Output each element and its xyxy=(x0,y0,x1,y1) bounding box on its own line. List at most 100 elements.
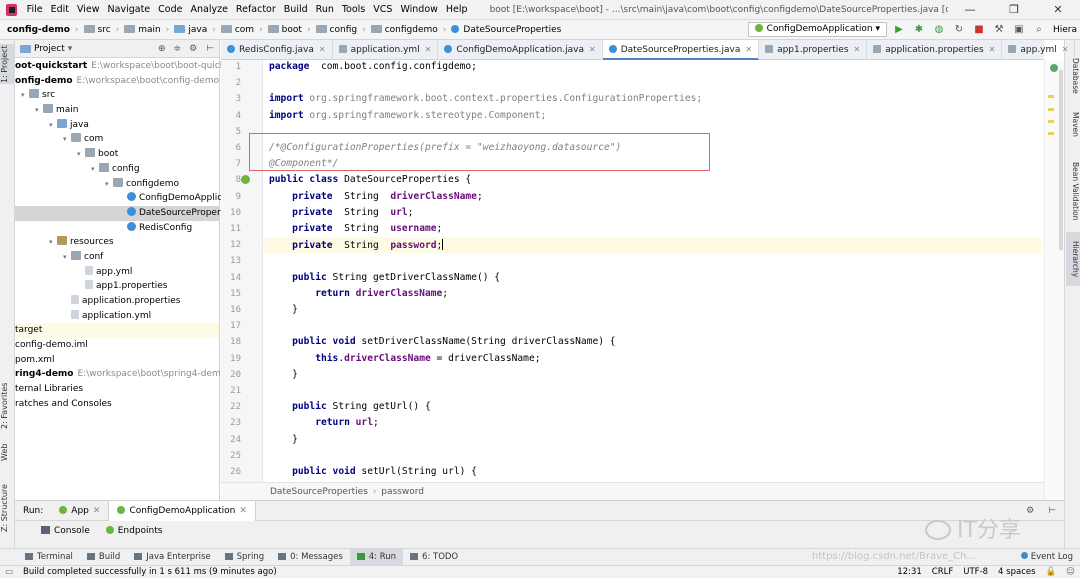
file-encoding[interactable]: UTF-8 xyxy=(958,566,993,578)
tree-item[interactable]: ConfigDemoApplication xyxy=(15,191,245,206)
code-line[interactable]: return driverClassName; xyxy=(269,288,448,299)
menu-file[interactable]: File xyxy=(23,0,47,20)
event-log-tab[interactable]: Event Log xyxy=(1014,549,1080,566)
tool-tab[interactable]: Java Enterprise xyxy=(127,549,217,566)
tree-item[interactable]: ▾ main xyxy=(15,103,219,118)
breadcrumb-item[interactable]: boot xyxy=(265,20,305,40)
restore-button[interactable]: ❐ xyxy=(992,0,1036,20)
editor-scrollbar[interactable] xyxy=(1044,60,1064,500)
tree-item[interactable]: ▾ config xyxy=(15,162,219,177)
code-line[interactable]: this.driverClassName = driverClassName; xyxy=(269,353,540,364)
editor-crumb-class[interactable]: DateSourceProperties xyxy=(270,487,368,497)
tree-item[interactable]: pom.xml xyxy=(15,353,219,368)
menu-code[interactable]: Code xyxy=(154,0,186,20)
expand-arrow-icon[interactable]: ▾ xyxy=(91,162,99,177)
close-tab-icon[interactable]: ✕ xyxy=(745,45,752,54)
inspector-icon[interactable]: ☺ xyxy=(1061,566,1080,578)
close-tab-icon[interactable]: ✕ xyxy=(854,45,861,54)
close-tab-icon[interactable]: ✕ xyxy=(425,45,432,54)
lock-icon[interactable]: 🔓 xyxy=(1041,566,1062,578)
run-tab-app[interactable]: App ✕ xyxy=(51,501,108,521)
coverage-icon[interactable]: ◍ xyxy=(931,22,947,38)
tree-item[interactable]: ▾ com xyxy=(15,132,219,147)
tree-item[interactable]: application.yml xyxy=(15,309,219,324)
tree-item[interactable]: DateSourceProperties xyxy=(15,205,237,221)
editor-crumb-field[interactable]: password xyxy=(381,487,424,497)
menu-refactor[interactable]: Refactor xyxy=(232,0,280,20)
editor-tab[interactable]: ConfigDemoApplication.java ✕ xyxy=(438,39,603,60)
hide-icon[interactable]: ⊢ xyxy=(201,44,219,54)
tree-item[interactable]: ▾ configdemo xyxy=(15,177,219,192)
breadcrumb-item[interactable]: main xyxy=(121,20,164,40)
favorites-tool-tab[interactable]: 2: Favorites xyxy=(0,380,15,432)
run-configuration-select[interactable]: ConfigDemoApplication ▾ xyxy=(747,22,887,37)
structure-tool-tab[interactable]: Z: Structure xyxy=(0,484,15,532)
expand-arrow-icon[interactable]: ▾ xyxy=(49,235,57,250)
code-line[interactable]: package com.boot.config.configdemo; xyxy=(269,61,477,72)
close-button[interactable]: ✕ xyxy=(1036,0,1080,20)
menu-edit[interactable]: Edit xyxy=(47,0,73,20)
code-line[interactable]: private String username; xyxy=(269,223,442,234)
tree-item[interactable]: target xyxy=(15,323,219,339)
menu-tools[interactable]: Tools xyxy=(338,0,369,20)
expand-arrow-icon[interactable]: ▾ xyxy=(77,147,85,162)
breadcrumb-item[interactable]: com xyxy=(218,20,257,40)
debug-icon[interactable]: ✱ xyxy=(911,22,927,38)
project-panel-title[interactable]: Project xyxy=(34,44,65,54)
tree-item[interactable]: ▾ src xyxy=(15,88,219,103)
menu-build[interactable]: Build xyxy=(280,0,312,20)
layout-toggle-icon[interactable]: ▭ xyxy=(0,566,18,578)
tree-item[interactable]: ▾ boot xyxy=(15,147,219,162)
tool-tab[interactable]: 0: Messages xyxy=(271,549,350,566)
editor-tab[interactable]: app.yml ✕ xyxy=(1002,39,1076,60)
breadcrumb-item[interactable]: config-demo xyxy=(4,20,73,40)
breadcrumb-item[interactable]: config xyxy=(313,20,361,40)
bean-validation-tool-tab[interactable]: Bean Validation xyxy=(1066,156,1080,226)
caret-position[interactable]: 12:31 xyxy=(892,566,927,578)
menu-run[interactable]: Run xyxy=(312,0,338,20)
tool-tab[interactable]: Build xyxy=(80,549,127,566)
expand-arrow-icon[interactable]: ▾ xyxy=(105,177,113,192)
code-line[interactable]: return url; xyxy=(269,417,379,428)
editor-tab[interactable]: application.yml ✕ xyxy=(333,39,439,60)
minimize-button[interactable]: — xyxy=(948,0,992,20)
close-tab-icon[interactable]: ✕ xyxy=(989,45,996,54)
close-tab-icon[interactable]: ✕ xyxy=(319,45,326,54)
tree-item[interactable]: onfig-demo E:\workspace\boot\config-demo xyxy=(15,74,219,89)
tree-item[interactable]: ratches and Consoles xyxy=(15,397,219,412)
run-icon[interactable]: ▶ xyxy=(891,22,907,38)
database-tool-tab[interactable]: Database xyxy=(1066,56,1080,96)
console-tab[interactable]: Console xyxy=(33,521,98,541)
tree-item[interactable]: app1.properties xyxy=(15,279,219,294)
menu-vcs[interactable]: VCS xyxy=(369,0,396,20)
code-line[interactable]: public String getUrl() { xyxy=(269,401,431,412)
run-tab-configdemo[interactable]: ConfigDemoApplication ✕ xyxy=(108,500,256,521)
close-tab-icon[interactable]: ✕ xyxy=(589,45,596,54)
expand-arrow-icon[interactable]: ▾ xyxy=(49,118,57,133)
expand-arrow-icon[interactable]: ▾ xyxy=(63,250,71,265)
menu-help[interactable]: Help xyxy=(442,0,472,20)
tool-tab[interactable]: 4: Run xyxy=(349,548,404,566)
code-line[interactable]: private String password; xyxy=(269,239,444,251)
indent-setting[interactable]: 4 spaces xyxy=(993,566,1040,578)
editor-tab[interactable]: application.properties ✕ xyxy=(867,39,1003,60)
breadcrumb-item[interactable]: DateSourceProperties xyxy=(448,20,564,40)
stop-icon[interactable]: ■ xyxy=(971,22,987,38)
code-line[interactable]: private String url; xyxy=(269,207,413,218)
hide-icon[interactable]: ⊢ xyxy=(1040,506,1064,516)
web-tool-tab[interactable]: Web xyxy=(0,440,15,464)
breadcrumb-item[interactable]: src xyxy=(81,20,114,40)
expand-arrow-icon[interactable]: ▾ xyxy=(35,103,43,118)
code-line[interactable]: private String driverClassName; xyxy=(269,191,483,202)
code-line[interactable]: public String getDriverClassName() { xyxy=(269,272,500,283)
scroll-thumb[interactable] xyxy=(1059,70,1063,250)
code-line[interactable]: public void setUrl(String url) { xyxy=(269,466,477,477)
code-line[interactable]: import org.springframework.boot.context.… xyxy=(269,93,702,104)
locate-icon[interactable]: ⊕ xyxy=(154,44,170,54)
search-icon[interactable]: ⌕ xyxy=(1031,22,1047,38)
hierarchy-tool-tab[interactable]: Hierarchy xyxy=(1066,232,1080,286)
breadcrumb-item[interactable]: configdemo xyxy=(368,20,441,40)
tree-item[interactable]: application.properties xyxy=(15,294,219,309)
build-icon[interactable]: ⚒ xyxy=(991,22,1007,38)
menu-navigate[interactable]: Navigate xyxy=(104,0,155,20)
